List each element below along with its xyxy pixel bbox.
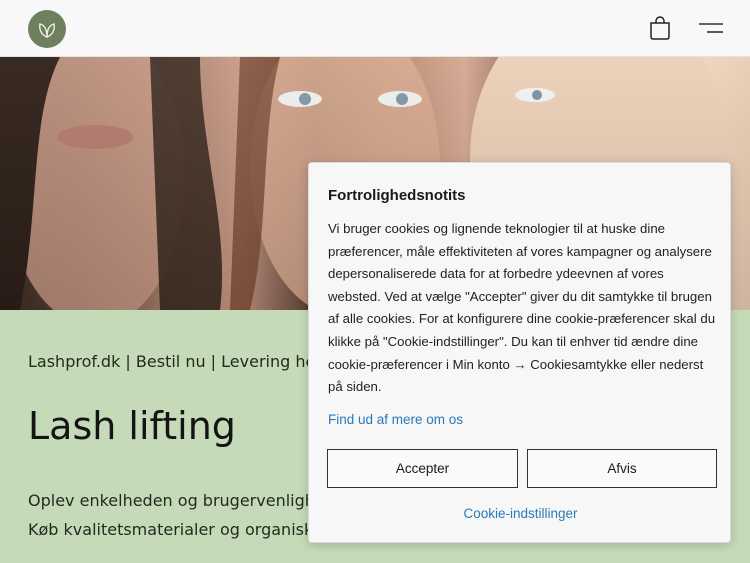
reject-button[interactable]: Afvis: [527, 449, 717, 488]
cookie-settings-link[interactable]: Cookie-indstillinger: [309, 506, 732, 521]
accept-button[interactable]: Accepter: [327, 449, 518, 488]
learn-more-link[interactable]: Find ud af mere om os: [328, 412, 463, 427]
hamburger-menu-icon[interactable]: [697, 18, 725, 40]
description: Oplev enkelheden og brugervenligh Køb kv…: [28, 486, 315, 544]
description-line-2: Køb kvalitetsmaterialer og organisk: [28, 520, 314, 539]
page-title: Lash lifting: [28, 404, 236, 448]
description-line-1: Oplev enkelheden og brugervenligh: [28, 491, 315, 510]
dialog-body-text: Vi bruger cookies og lignende teknologie…: [328, 221, 716, 395]
site-header: [0, 0, 750, 57]
shopping-bag-icon[interactable]: [648, 15, 672, 41]
cookie-consent-dialog: Fortrolighedsnotits Vi bruger cookies og…: [308, 162, 731, 543]
leaf-logo-icon[interactable]: [28, 10, 66, 48]
dialog-title: Fortrolighedsnotits: [328, 187, 466, 204]
tagline: Lashprof.dk | Bestil nu | Levering he: [28, 352, 316, 371]
